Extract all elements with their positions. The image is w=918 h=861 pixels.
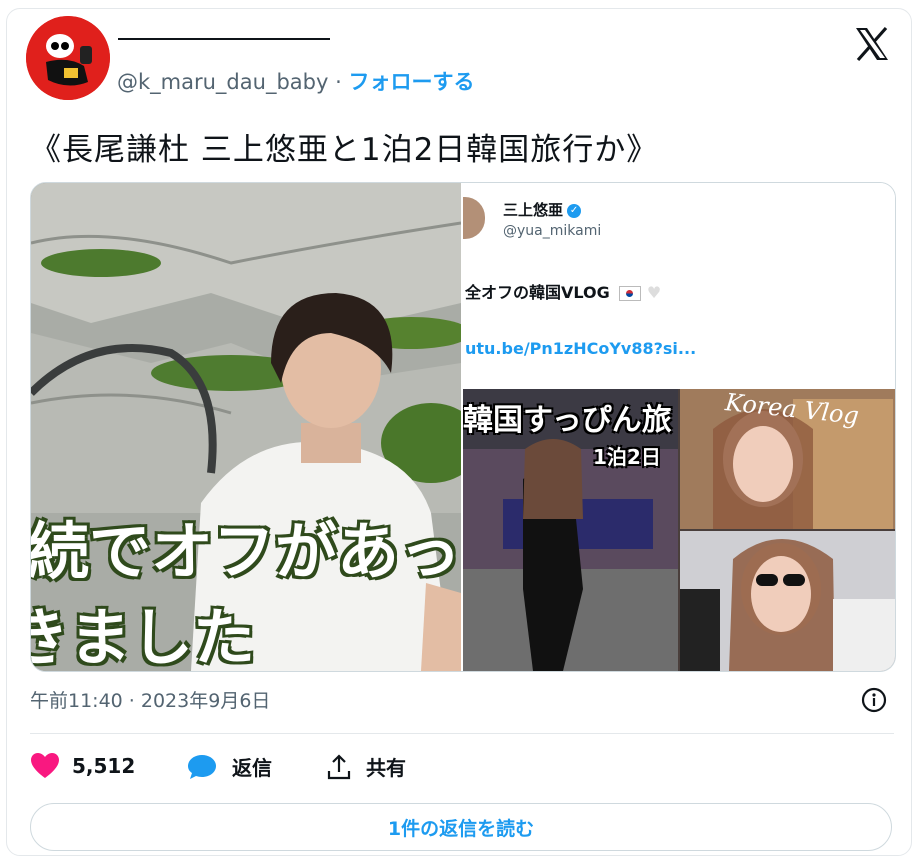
video-caption-line1: 続でオフがあっ xyxy=(31,515,461,588)
reply-button[interactable]: 返信 xyxy=(186,752,272,781)
author-meta: @k_maru_dau_baby · フォローする xyxy=(117,66,474,96)
avatar[interactable] xyxy=(26,16,110,100)
share-label: 共有 xyxy=(366,756,406,780)
like-button[interactable]: 5,512 xyxy=(30,752,135,780)
display-name-line[interactable] xyxy=(118,38,330,40)
quoted-name: 三上悠亜 ✓ xyxy=(503,199,582,220)
share-icon xyxy=(327,753,351,779)
x-logo-icon[interactable] xyxy=(852,24,892,64)
thumbnail-duration: 1泊2日 xyxy=(593,445,661,469)
like-count: 5,512 xyxy=(72,754,136,778)
quoted-handle: @yua_mikami xyxy=(503,223,602,239)
heart-icon xyxy=(31,753,59,778)
media-screenshot-right[interactable]: 三上悠亜 ✓ @yua_mikami 全オフの韓国VLOG ♥ utu.be/Pn… xyxy=(463,183,895,671)
korea-flag-icon xyxy=(619,286,642,301)
follow-button[interactable]: フォローする xyxy=(348,70,474,94)
quoted-link[interactable]: utu.be/Pn1zHCoYv88?si... xyxy=(465,339,696,358)
thumbnail-title: 韓国すっぴん旅 xyxy=(463,403,672,438)
reply-label: 返信 xyxy=(232,756,272,780)
divider xyxy=(30,733,894,734)
video-caption-line2: きました xyxy=(31,601,256,671)
tweet-timestamp[interactable]: 午前11:40 · 2023年9月6日 xyxy=(30,686,270,713)
media-grid[interactable]: 続でオフがあっ きました 三上悠亜 ✓ @yua_mikami 全オフの韓国VLO… xyxy=(30,182,896,672)
separator: · xyxy=(335,70,342,94)
author-handle[interactable]: @k_maru_dau_baby xyxy=(117,70,328,94)
quoted-text: 全オフの韓国VLOG ♥ xyxy=(465,283,662,302)
share-button[interactable]: 共有 xyxy=(326,752,406,781)
tweet-text: 《長尾謙杜 三上悠亜と1泊2日韓国旅行か》 xyxy=(30,132,659,168)
white-heart-icon: ♥ xyxy=(646,283,662,302)
media-photo-left[interactable]: 続でオフがあっ きました xyxy=(31,183,461,671)
action-bar: 5,512 返信 共有 xyxy=(30,752,510,786)
read-replies-button[interactable]: 1件の返信を読む xyxy=(30,803,892,851)
video-thumbnail[interactable]: 韓国すっぴん旅 1泊2日 Korea Vlog xyxy=(463,389,895,671)
info-icon[interactable] xyxy=(860,686,888,714)
reply-bubble-icon xyxy=(188,754,216,779)
verified-icon: ✓ xyxy=(567,203,582,218)
quoted-avatar xyxy=(463,197,485,239)
